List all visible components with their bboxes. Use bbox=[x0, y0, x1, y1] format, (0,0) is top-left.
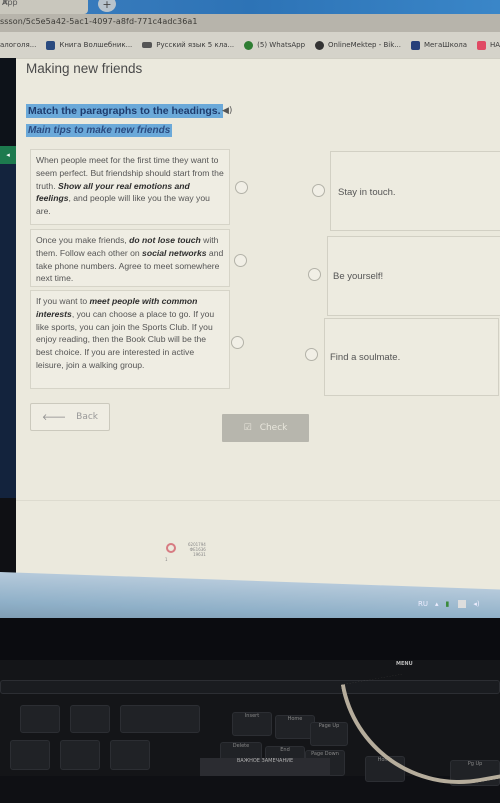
divider bbox=[16, 500, 500, 501]
heading-label: Be yourself! bbox=[333, 271, 384, 282]
bookmark-item[interactable]: НАИМ bbox=[477, 40, 500, 50]
task-subtitle: Main tips to make new friends bbox=[26, 124, 173, 137]
sidebar-active-item[interactable]: ◂ bbox=[0, 146, 16, 164]
heading-2-connector[interactable] bbox=[308, 268, 321, 281]
task-instruction: Match the paragraphs to the headings. bbox=[26, 104, 223, 118]
divider bbox=[16, 58, 500, 59]
paragraph-highlight: do not lose touch bbox=[129, 235, 201, 245]
bookmarks-bar: алоголя... Книга Волшебник... Русский яз… bbox=[0, 32, 500, 58]
key bbox=[110, 740, 150, 770]
bookmark-item[interactable]: МегаШкола bbox=[410, 40, 468, 50]
heading-1-connector[interactable] bbox=[312, 184, 325, 197]
language-indicator[interactable]: RU bbox=[418, 600, 428, 608]
bookmark-item[interactable]: Книга Волшебник... bbox=[46, 40, 133, 50]
checkbox-icon: ☑ bbox=[243, 423, 252, 433]
arrow-left-icon: 🡐 bbox=[42, 412, 67, 423]
bookmark-item[interactable]: (5) WhatsApp bbox=[244, 40, 306, 50]
bookmark-item[interactable]: Русский язык 5 кла... bbox=[142, 41, 234, 49]
paragraph-card[interactable]: When people meet for the first time they… bbox=[30, 149, 230, 225]
heading-3-connector[interactable] bbox=[305, 348, 318, 361]
footer-line: 19631 bbox=[193, 552, 206, 557]
paragraph-card[interactable]: Once you make friends, do not lose touch… bbox=[30, 229, 230, 287]
address-bar[interactable]: ssson/5c5e5a42-5ac1-4097-a8fd-771c4adc36… bbox=[0, 14, 500, 32]
browser-tab[interactable]: App ✕ bbox=[0, 0, 88, 14]
left-sidebar: ◂ bbox=[0, 58, 16, 498]
paragraph-1-connector[interactable] bbox=[235, 181, 248, 194]
key bbox=[10, 740, 50, 770]
monitor-menu-label: MENU bbox=[396, 661, 413, 667]
back-button[interactable]: 🡐 Back bbox=[30, 403, 110, 431]
bookmark-label: Книга Волшебник... bbox=[59, 41, 133, 49]
lesson-page: Making new friends Match the paragraphs … bbox=[16, 58, 500, 593]
speaker-icon[interactable]: ◀) bbox=[222, 106, 232, 116]
paragraph-3-connector[interactable] bbox=[231, 336, 244, 349]
bookmark-label: OnlineMektep - Bik... bbox=[328, 41, 401, 49]
paragraph-text: If you want to bbox=[36, 296, 90, 306]
footer-page-number: 1 bbox=[165, 557, 168, 562]
key: Insert bbox=[232, 712, 272, 736]
new-tab-button[interactable]: + bbox=[98, 0, 116, 12]
paragraph-2-connector[interactable] bbox=[234, 254, 247, 267]
school-icon bbox=[142, 42, 153, 48]
status-circle-icon bbox=[166, 543, 176, 553]
bookmark-item[interactable]: OnlineMektep - Bik... bbox=[315, 40, 401, 50]
key bbox=[20, 705, 60, 733]
check-button[interactable]: ☑ Check bbox=[222, 414, 309, 442]
bookmark-label: алоголя... bbox=[0, 41, 37, 49]
battery-icon[interactable]: ▮ bbox=[446, 600, 450, 608]
paragraph-highlight: social networks bbox=[142, 247, 207, 258]
footer-info: 6201794 ФЕ1636 19631 bbox=[188, 542, 206, 557]
bookmark-label: МегаШкола bbox=[423, 41, 468, 49]
paragraph-card[interactable]: If you want to meet people with common i… bbox=[30, 290, 230, 389]
close-tab-icon[interactable]: ✕ bbox=[2, 0, 9, 7]
megashkola-icon bbox=[410, 40, 420, 50]
bookmark-item[interactable]: алоголя... bbox=[0, 41, 36, 49]
volume-icon[interactable]: ◂) bbox=[473, 600, 479, 608]
book-icon bbox=[46, 40, 56, 50]
onlinemektep-icon bbox=[315, 40, 325, 50]
url-text: ssson/5c5e5a42-5ac1-4097-a8fd-771c4adc36… bbox=[0, 17, 198, 26]
paragraph-text: Once you make friends, bbox=[36, 235, 130, 245]
youtube-icon bbox=[477, 40, 487, 50]
chevron-up-icon[interactable]: ▴ bbox=[435, 600, 439, 608]
sidebar-header bbox=[0, 58, 16, 146]
heading-label: Find a soulmate. bbox=[330, 352, 401, 363]
key bbox=[120, 705, 200, 733]
heading-label: Stay in touch. bbox=[338, 187, 396, 198]
page-title: Making new friends bbox=[26, 61, 143, 76]
system-tray: RU ▴ ▮ ◂) bbox=[418, 600, 480, 608]
key: Page Up bbox=[310, 722, 348, 746]
bookmark-label: (5) WhatsApp bbox=[257, 41, 306, 49]
bookmark-label: НАИМ bbox=[490, 41, 500, 49]
key bbox=[60, 740, 100, 770]
keyboard-sticker: ВАЖНОЕ ЗАМЕЧАНИЕ bbox=[200, 758, 330, 776]
whatsapp-icon bbox=[244, 40, 254, 50]
check-label: Check bbox=[259, 423, 288, 433]
key bbox=[70, 705, 110, 733]
wifi-signal-icon[interactable] bbox=[456, 600, 467, 608]
bookmark-label: Русский язык 5 кла... bbox=[156, 41, 235, 49]
key: Home bbox=[275, 715, 315, 739]
back-label: Back bbox=[76, 412, 98, 422]
browser-tab-strip: App ✕ + bbox=[0, 0, 500, 14]
